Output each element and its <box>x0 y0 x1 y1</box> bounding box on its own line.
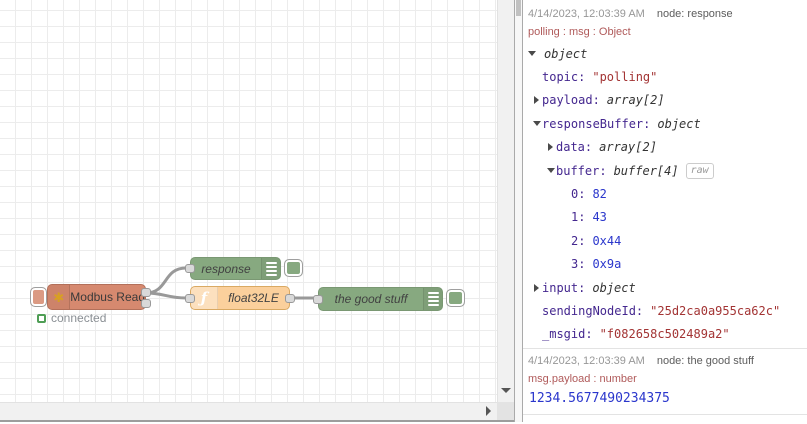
debug-tree-row[interactable]: _msgid: "f082658c502489a2" <box>523 323 807 346</box>
horizontal-scrollbar[interactable] <box>0 402 497 420</box>
status-connected-icon <box>37 313 46 323</box>
debug-timestamp: 4/14/2023, 12:03:39 AM <box>528 355 645 368</box>
scroll-down-arrow-icon[interactable] <box>501 388 511 393</box>
expand-arrow-icon[interactable] <box>532 284 542 292</box>
debug-tree-row[interactable]: object <box>523 42 807 65</box>
debug-message-meta: polling : msg : Object <box>528 26 631 38</box>
expand-arrow-icon[interactable] <box>546 143 556 151</box>
sidebar-splitter[interactable] <box>514 0 523 422</box>
status-label: connected <box>51 311 107 325</box>
response-input-port[interactable] <box>185 264 195 273</box>
node-red-window: ✱ Modbus Read connected response ƒ float… <box>0 0 807 424</box>
modbus-node-button[interactable] <box>30 287 47 307</box>
debug-tree-row[interactable]: buffer: buffer[4] raw <box>523 159 807 182</box>
node-status: connected <box>37 311 106 325</box>
node-response[interactable]: response <box>190 257 281 280</box>
debug-tree-row[interactable]: sendingNodeId: "25d2ca0a955ca62c" <box>523 299 807 322</box>
debug-sidebar[interactable]: 4/14/2023, 12:03:39 AM node: response pol… <box>523 0 807 424</box>
raw-button[interactable]: raw <box>685 162 714 179</box>
scroll-right-arrow-icon[interactable] <box>486 406 491 416</box>
node-label: Modbus Read <box>70 290 145 304</box>
flow-canvas[interactable]: ✱ Modbus Read connected response ƒ float… <box>0 0 497 402</box>
debug-tree-row[interactable]: responseBuffer: object <box>523 112 807 135</box>
modbus-output-port-2[interactable] <box>141 299 151 308</box>
wire-modbus-to-response[interactable] <box>144 266 188 295</box>
debug-tree-row[interactable]: 0: 82 <box>523 182 807 205</box>
debug-node-label: node: response <box>656 8 733 20</box>
debug-node-label: node: the good stuff <box>656 355 754 368</box>
response-debug-toggle-button[interactable] <box>284 259 303 277</box>
debug-tree-row[interactable]: topic: "polling" <box>523 65 807 88</box>
collapse-arrow-icon[interactable] <box>532 121 542 126</box>
debug-tree-row[interactable]: 3: 0x9a <box>523 253 807 276</box>
node-label: response <box>201 261 251 276</box>
debug-timestamp: 4/14/2023, 12:03:39 AM <box>528 8 645 20</box>
node-label: float32LE <box>228 291 279 305</box>
goodstuff-input-port[interactable] <box>313 295 323 304</box>
debug-tree-row[interactable]: 2: 0x44 <box>523 229 807 252</box>
debug-message: 4/14/2023, 12:03:39 AM node: response pol… <box>523 0 807 350</box>
modbus-flower-icon: ✱ <box>48 285 71 309</box>
debug-message-header: 4/14/2023, 12:03:39 AM node: the good stu… <box>523 355 807 367</box>
collapse-arrow-icon[interactable] <box>546 168 556 173</box>
expand-arrow-icon[interactable] <box>532 96 542 104</box>
workspace-bottom-border <box>0 420 514 422</box>
modbus-output-port-1[interactable] <box>141 288 151 297</box>
debug-list-icon <box>261 258 280 279</box>
node-label: the good stuff <box>334 292 408 306</box>
float32le-output-port[interactable] <box>285 294 295 303</box>
float32le-input-port[interactable] <box>185 294 195 303</box>
node-modbus-read[interactable]: ✱ Modbus Read <box>47 284 146 310</box>
node-the-good-stuff[interactable]: the good stuff <box>318 287 443 311</box>
collapse-arrow-icon[interactable] <box>527 51 537 56</box>
debug-tree-row[interactable]: data: array[2] <box>523 136 807 159</box>
debug-payload-value: 1234.5677490234375 <box>529 391 670 407</box>
scrollbar-corner <box>497 402 514 420</box>
debug-object-tree: object topic: "polling" payload: array[2… <box>523 42 807 346</box>
debug-tree-row[interactable]: 1: 43 <box>523 206 807 229</box>
goodstuff-debug-toggle-button[interactable] <box>446 289 465 307</box>
wire-layer <box>144 266 317 300</box>
node-float32le[interactable]: ƒ float32LE <box>190 286 290 310</box>
debug-message: 4/14/2023, 12:03:39 AM node: the good stu… <box>523 349 807 416</box>
vertical-scrollbar[interactable] <box>497 0 514 402</box>
debug-list-icon <box>423 288 442 310</box>
sidebar-scrollbar-thumb[interactable] <box>516 0 521 16</box>
debug-message-header: 4/14/2023, 12:03:39 AM node: response <box>523 8 807 20</box>
debug-tree-row[interactable]: payload: array[2] <box>523 89 807 112</box>
debug-message-meta: msg.payload : number <box>528 373 637 386</box>
wire-modbus-to-function[interactable] <box>144 291 188 300</box>
function-icon: ƒ <box>191 287 218 309</box>
debug-tree-row[interactable]: input: object <box>523 276 807 299</box>
